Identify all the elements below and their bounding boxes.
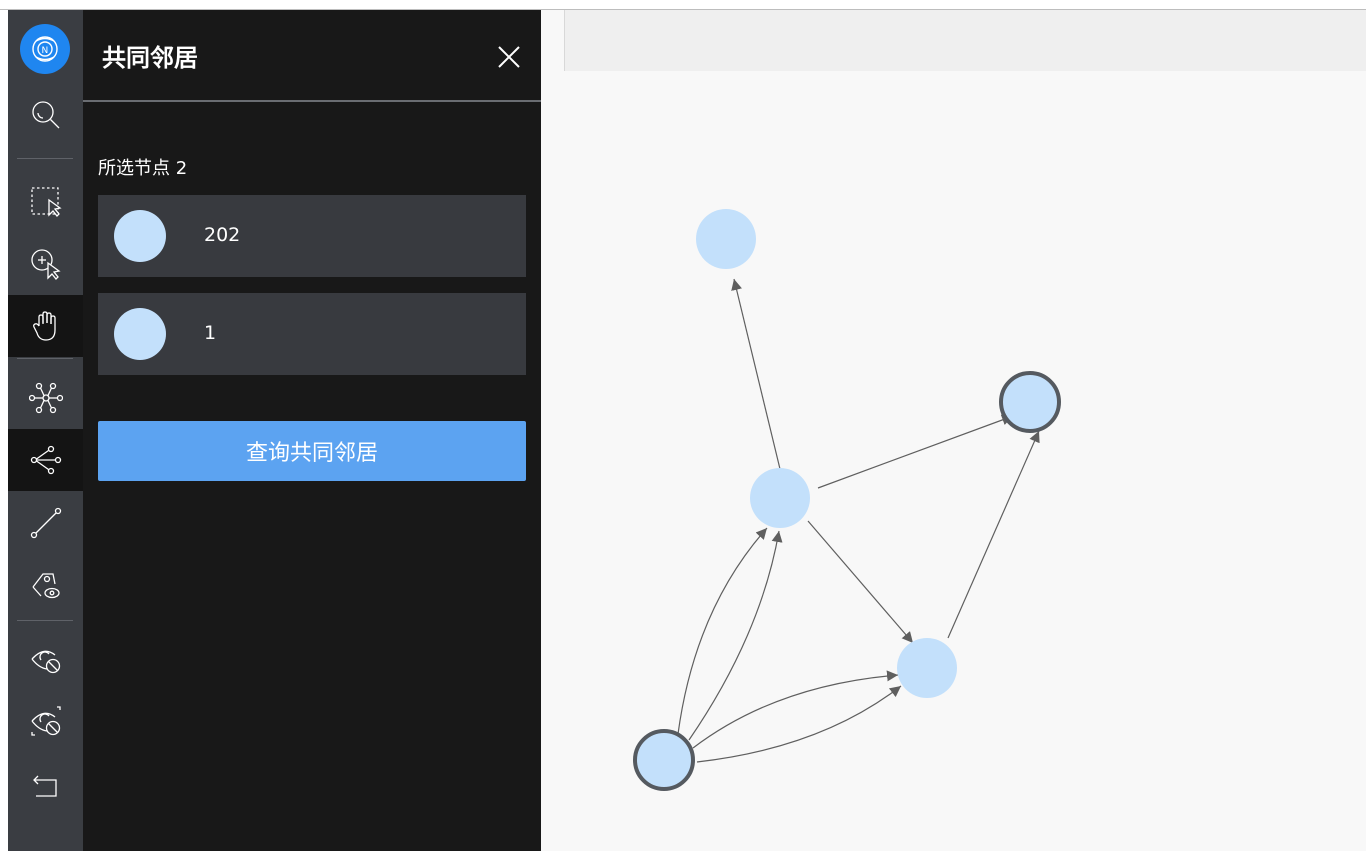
common-neighbor-icon [30, 445, 61, 475]
toolbar-divider [17, 620, 73, 621]
search-icon [31, 101, 59, 129]
search-tool[interactable] [8, 84, 83, 146]
common-neighbor-tool[interactable] [8, 429, 83, 491]
panel-header: 共同邻居 [83, 10, 541, 102]
graph-edge [692, 670, 899, 749]
query-common-neighbors-button[interactable]: 查询共同邻居 [98, 421, 526, 481]
graph-canvas[interactable] [541, 10, 1366, 851]
graph-edge [696, 685, 902, 763]
network-tool[interactable] [8, 367, 83, 429]
selected-node-item[interactable]: 1 [98, 293, 526, 375]
app-frame: N 共同邻居 所选节点 2 202 1 查询共同邻居 [8, 10, 1366, 851]
graph-node-selected[interactable] [999, 371, 1061, 433]
left-toolbar: N [8, 10, 83, 851]
selected-count-label: 所选节点 2 [98, 158, 188, 179]
undo-icon [32, 775, 57, 797]
hide-invert-tool[interactable] [8, 690, 83, 752]
toolbar-divider [17, 158, 73, 159]
graph-node[interactable] [897, 638, 957, 698]
selected-node-item[interactable]: 202 [98, 195, 526, 277]
hand-pan-icon [32, 311, 56, 341]
hand-pan-tool[interactable] [8, 295, 83, 357]
hide-tool[interactable] [8, 628, 83, 690]
graph-edge [677, 527, 768, 735]
box-select-tool[interactable] [8, 170, 83, 232]
toolbar-divider [17, 358, 73, 359]
node-label: 1 [204, 322, 217, 344]
graph-edge [817, 414, 1014, 489]
undo-tool[interactable] [8, 755, 83, 817]
add-select-tool[interactable] [8, 232, 83, 294]
add-select-icon [30, 249, 61, 280]
svg-text:N: N [42, 46, 49, 56]
graph-edge [731, 278, 781, 470]
graph-svg[interactable] [541, 10, 1366, 851]
tag-eye-tool[interactable] [8, 554, 83, 616]
node-label: 202 [204, 224, 241, 246]
tag-eye-icon [31, 573, 60, 599]
node-dot [114, 308, 166, 360]
graph-node[interactable] [750, 468, 810, 528]
hide-invert-icon [30, 706, 61, 736]
path-icon [30, 507, 61, 539]
panel-title: 共同邻居 [102, 44, 198, 72]
graph-node-selected[interactable] [633, 729, 695, 791]
network-icon [28, 382, 63, 414]
close-icon[interactable] [496, 44, 522, 70]
common-neighbor-panel: 共同邻居 所选节点 2 202 1 查询共同邻居 [83, 10, 541, 851]
graph-edge [947, 430, 1040, 639]
logo-icon[interactable]: N [20, 24, 70, 74]
graph-node[interactable] [696, 209, 756, 269]
graph-edge [807, 520, 914, 644]
box-select-icon [30, 187, 62, 217]
hide-icon [30, 650, 60, 674]
node-dot [114, 210, 166, 262]
path-tool[interactable] [8, 492, 83, 554]
